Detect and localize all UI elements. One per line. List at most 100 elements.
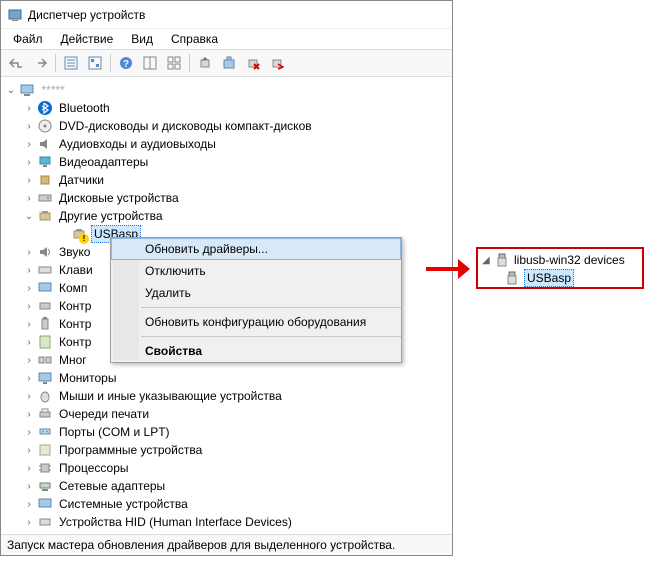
tool-detail-button[interactable]: [139, 52, 161, 74]
tree-label: Звуко: [57, 244, 92, 260]
tree-item-audio[interactable]: › Аудиовходы и аудиовыходы: [1, 135, 452, 153]
expander-icon[interactable]: ›: [23, 264, 35, 276]
toolbar-separator: [189, 54, 190, 72]
ctx-label: Обновить драйверы...: [145, 242, 268, 256]
menu-file[interactable]: Файл: [5, 30, 51, 48]
tree-label: Мног: [57, 352, 89, 368]
tree-item-sensors[interactable]: › Датчики: [1, 171, 452, 189]
network-icon: [37, 478, 53, 494]
tree-item-video[interactable]: › Видеоадаптеры: [1, 153, 452, 171]
status-text: Запуск мастера обновления драйверов для …: [7, 538, 395, 552]
menu-view[interactable]: Вид: [123, 30, 161, 48]
expander-icon[interactable]: ›: [23, 480, 35, 492]
expander-icon[interactable]: ›: [23, 426, 35, 438]
tree-label: Контр: [57, 316, 93, 332]
tree-item-other[interactable]: ⌄ Другие устройства: [1, 207, 452, 225]
tool-list-button[interactable]: [60, 52, 82, 74]
speaker-icon: [37, 244, 53, 260]
expander-icon[interactable]: ›: [23, 390, 35, 402]
context-menu-separator: [141, 307, 401, 308]
forward-button[interactable]: [29, 52, 51, 74]
tool-icons-button[interactable]: [163, 52, 185, 74]
tree-label: Устройства HID (Human Interface Devices): [57, 514, 294, 530]
tool-tree-button[interactable]: [84, 52, 106, 74]
expander-icon[interactable]: ›: [23, 336, 35, 348]
tool-uninstall-button[interactable]: [242, 52, 264, 74]
expander-icon[interactable]: ›: [23, 354, 35, 366]
expander-icon[interactable]: ›: [23, 174, 35, 186]
tree-item-cpu[interactable]: › Процессоры: [1, 459, 452, 477]
tree-label: Мониторы: [57, 370, 118, 386]
tool-update-button[interactable]: [194, 52, 216, 74]
expander-icon[interactable]: ⌄: [23, 210, 35, 222]
toolbar-separator: [110, 54, 111, 72]
tree-item-mice[interactable]: › Мыши и иные указывающие устройства: [1, 387, 452, 405]
ctx-properties[interactable]: Свойства: [111, 340, 401, 362]
expander-icon[interactable]: ›: [23, 120, 35, 132]
expander-icon[interactable]: ›: [23, 300, 35, 312]
disc-icon: [37, 118, 53, 134]
toolbar: ?: [1, 49, 452, 77]
tree-item-printqueue[interactable]: › Очереди печати: [1, 405, 452, 423]
tree-label: Системные устройства: [57, 496, 190, 512]
tree-item-software[interactable]: › Программные устройства: [1, 441, 452, 459]
expander-icon[interactable]: ›: [23, 246, 35, 258]
monitor-icon: [37, 370, 53, 386]
tree-label: Аудиовходы и аудиовыходы: [57, 136, 218, 152]
ctx-label: Удалить: [145, 286, 191, 300]
expander-icon[interactable]: ›: [23, 192, 35, 204]
storage-icon: [37, 334, 53, 350]
expander-icon[interactable]: ›: [23, 516, 35, 528]
tree-item-network[interactable]: › Сетевые адаптеры: [1, 477, 452, 495]
menu-action[interactable]: Действие: [53, 30, 122, 48]
usb-icon: [504, 270, 520, 286]
expander-icon[interactable]: ›: [23, 318, 35, 330]
tree-item-system[interactable]: › Системные устройства: [1, 495, 452, 513]
tree-item-disks[interactable]: › Дисковые устройства: [1, 189, 452, 207]
ctx-update-drivers[interactable]: Обновить драйверы...: [111, 238, 401, 260]
tree-label: Bluetooth: [57, 100, 112, 116]
app-icon: [7, 7, 23, 23]
expander-icon[interactable]: ›: [23, 156, 35, 168]
controller-icon: [37, 298, 53, 314]
expander-icon[interactable]: ›: [23, 498, 35, 510]
expander-icon[interactable]: ›: [23, 138, 35, 150]
hid-icon: [37, 514, 53, 530]
ctx-disable[interactable]: Отключить: [111, 260, 401, 282]
menubar: Файл Действие Вид Справка: [1, 29, 452, 49]
tree-label: Мыши и иные указывающие устройства: [57, 388, 284, 404]
annotation-arrow: [426, 259, 470, 279]
expander-icon[interactable]: ›: [23, 462, 35, 474]
tree-label: Процессоры: [57, 460, 131, 476]
other-devices-icon: [37, 208, 53, 224]
expander-icon[interactable]: ›: [23, 408, 35, 420]
tree-item-monitors[interactable]: › Мониторы: [1, 369, 452, 387]
result-row-parent: ◢ libusb-win32 devices: [482, 251, 638, 269]
expander-icon[interactable]: ›: [23, 282, 35, 294]
multi-icon: [37, 352, 53, 368]
tree-item-ports[interactable]: › Порты (COM и LPT): [1, 423, 452, 441]
tool-disable-button[interactable]: [266, 52, 288, 74]
back-button[interactable]: [5, 52, 27, 74]
result-row-child: USBasp: [482, 269, 638, 287]
tree-item-hid[interactable]: › Устройства HID (Human Interface Device…: [1, 513, 452, 531]
ctx-refresh-config[interactable]: Обновить конфигурацию оборудования: [111, 311, 401, 333]
expander-icon[interactable]: ›: [23, 444, 35, 456]
context-menu-separator: [141, 336, 401, 337]
menu-help[interactable]: Справка: [163, 30, 226, 48]
tool-help-button[interactable]: ?: [115, 52, 137, 74]
root-label: *****: [39, 82, 66, 98]
expander-icon[interactable]: ›: [23, 372, 35, 384]
expander-icon[interactable]: ⌄: [5, 84, 17, 96]
tree-label: Клави: [57, 262, 95, 278]
tree-label: Комп: [57, 280, 89, 296]
tool-refresh-button[interactable]: [218, 52, 240, 74]
expander-icon[interactable]: ›: [23, 102, 35, 114]
ctx-delete[interactable]: Удалить: [111, 282, 401, 304]
mouse-icon: [37, 388, 53, 404]
tree-root[interactable]: ⌄ *****: [1, 81, 452, 99]
keyboard-icon: [37, 262, 53, 278]
tree-item-dvd[interactable]: › DVD-дисководы и дисководы компакт-диск…: [1, 117, 452, 135]
tree-item-bluetooth[interactable]: › Bluetooth: [1, 99, 452, 117]
expander-icon: ◢: [482, 255, 492, 266]
